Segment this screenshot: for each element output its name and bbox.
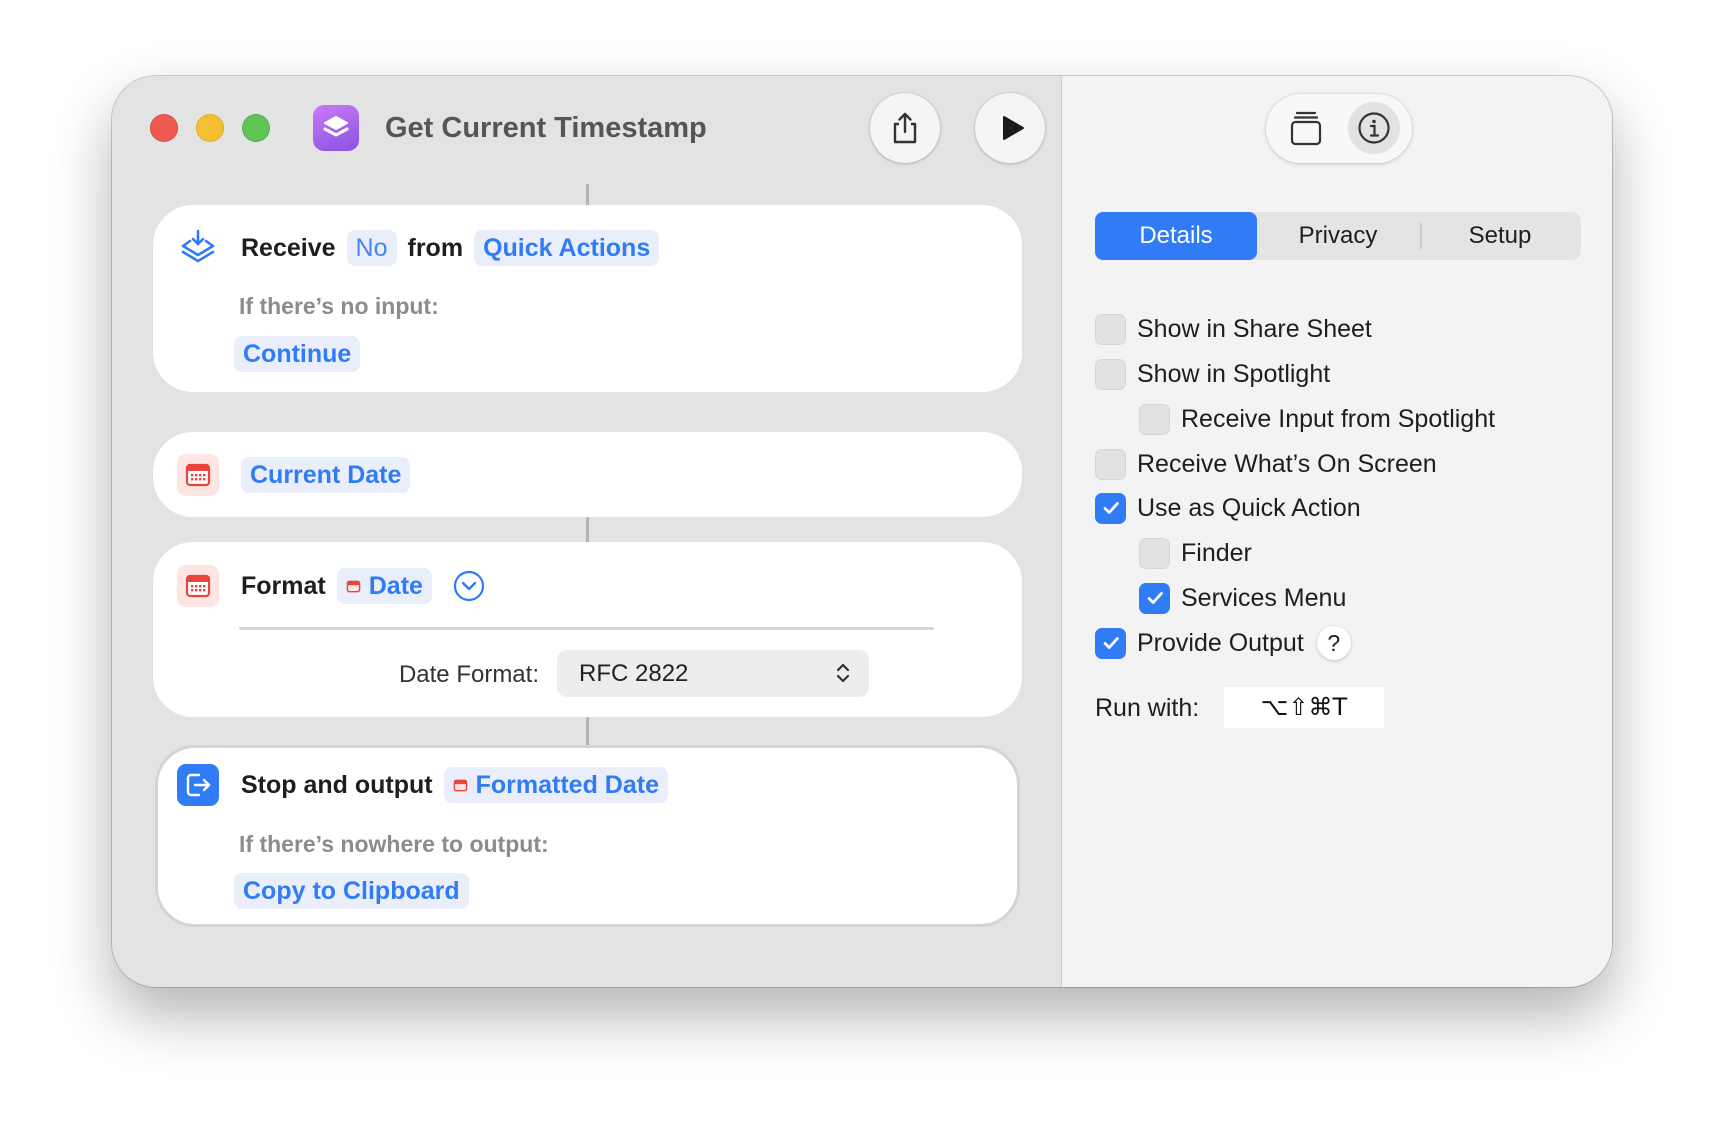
from-label: from [407, 233, 464, 262]
zoom-button[interactable] [242, 114, 270, 142]
option-label: Show in Share Sheet [1137, 314, 1372, 343]
receive-action-card[interactable]: Receive No from Quick Actions If there’s… [153, 205, 1022, 392]
tab-privacy[interactable]: Privacy [1257, 212, 1419, 260]
option-label: Finder [1181, 538, 1252, 567]
formatted-date-label: Formatted Date [475, 771, 659, 799]
no-output-action-pill[interactable]: Copy to Clipboard [234, 873, 469, 909]
date-format-select[interactable]: RFC 2822 [557, 650, 869, 697]
stack-icon [1290, 111, 1322, 146]
show-in-share-sheet-checkbox[interactable] [1095, 313, 1126, 345]
format-date-action-card[interactable]: Format Date Date Format: RFC 2822 [153, 542, 1022, 717]
receive-source-pill[interactable]: Quick Actions [474, 230, 660, 266]
help-button[interactable]: ? [1316, 626, 1351, 660]
editor-pane: Get Current Timestamp Receive No from Qu… [112, 76, 1061, 987]
action-connector [586, 517, 589, 542]
no-input-action-pill[interactable]: Continue [234, 336, 361, 372]
show-in-spotlight-checkbox[interactable] [1095, 358, 1126, 390]
option-label: Use as Quick Action [1137, 493, 1361, 522]
close-button[interactable] [150, 114, 178, 142]
format-date-row: Format Date [177, 565, 485, 607]
stop-and-output-label: Stop and output [241, 770, 433, 799]
current-date-action-card[interactable]: Current Date [153, 432, 1022, 517]
use-as-quick-action-checkbox[interactable] [1095, 492, 1126, 524]
format-label: Format [241, 571, 326, 600]
option-label: Receive What’s On Screen [1137, 449, 1437, 478]
tab-details[interactable]: Details [1095, 212, 1257, 260]
option-show-in-share-sheet[interactable]: Show in Share Sheet [1095, 313, 1372, 345]
receive-input-type-pill[interactable]: No [346, 230, 397, 266]
stop-and-output-row: Stop and output Formatted Date [177, 764, 668, 806]
calendar-icon [177, 565, 219, 607]
action-connector [586, 184, 589, 205]
current-date-pill[interactable]: Current Date [241, 457, 411, 493]
run-with-label: Run with: [1095, 694, 1200, 722]
option-label: Provide Output [1137, 628, 1304, 657]
mini-calendar-icon [346, 580, 361, 592]
checkmark-icon [1103, 637, 1119, 649]
no-input-label: If there’s no input: [239, 293, 439, 319]
run-button[interactable] [975, 93, 1045, 163]
checkmark-icon [1147, 592, 1163, 604]
window-title: Get Current Timestamp [385, 112, 707, 144]
services-menu-checkbox[interactable] [1139, 582, 1170, 614]
option-label: Services Menu [1181, 583, 1347, 612]
info-button[interactable] [1348, 102, 1400, 154]
inspector-toolbar [1266, 94, 1412, 163]
minimize-button[interactable] [196, 114, 224, 142]
keyboard-shortcut-field[interactable]: ⌥⇧⌘T [1224, 687, 1384, 728]
parameter-divider [239, 627, 934, 630]
inspector-pane: Details Privacy Setup Show in Share Shee… [1061, 76, 1612, 987]
shortcuts-app-icon [313, 105, 359, 151]
formatted-date-variable-pill[interactable]: Formatted Date [443, 767, 668, 803]
mini-calendar-icon [453, 779, 467, 791]
play-icon [1002, 116, 1024, 140]
finder-checkbox[interactable] [1139, 537, 1170, 569]
shortcut-editor-window: Get Current Timestamp Receive No from Qu… [112, 76, 1612, 987]
option-show-in-spotlight[interactable]: Show in Spotlight [1095, 358, 1330, 390]
date-format-label: Date Format: [398, 661, 539, 688]
share-button[interactable] [870, 93, 940, 163]
tab-setup[interactable]: Setup [1419, 212, 1581, 260]
chevron-up-down-icon [836, 663, 850, 683]
option-label: Show in Spotlight [1137, 359, 1331, 388]
exit-icon [177, 764, 219, 806]
expand-options-button[interactable] [453, 570, 485, 602]
receive-icon [177, 227, 219, 269]
no-output-label: If there’s nowhere to output: [239, 831, 549, 857]
option-provide-output[interactable]: Provide Output ? [1095, 626, 1351, 660]
receive-input-from-spotlight-checkbox[interactable] [1139, 403, 1170, 435]
receive-whats-on-screen-checkbox[interactable] [1095, 448, 1126, 480]
date-variable-pill[interactable]: Date [336, 568, 432, 604]
receive-label: Receive [241, 233, 336, 262]
checkmark-icon [1103, 502, 1119, 514]
option-label: Receive Input from Spotlight [1181, 404, 1496, 433]
stop-and-output-action-card[interactable]: Stop and output Formatted Date If there’… [155, 745, 1020, 927]
info-icon [1358, 112, 1390, 144]
date-format-value: RFC 2822 [579, 659, 689, 687]
inspector-tabs: Details Privacy Setup [1095, 212, 1581, 260]
current-date-row: Current Date [177, 454, 411, 496]
action-connector [586, 717, 589, 745]
provide-output-checkbox[interactable] [1095, 627, 1126, 659]
calendar-icon [177, 454, 219, 496]
date-variable-label: Date [368, 572, 423, 600]
option-receive-input-from-spotlight[interactable]: Receive Input from Spotlight [1139, 403, 1495, 435]
receive-action-row: Receive No from Quick Actions [177, 227, 660, 269]
chevron-down-circle-icon [453, 570, 485, 602]
share-icon [893, 112, 917, 144]
option-services-menu[interactable]: Services Menu [1139, 582, 1346, 614]
option-finder[interactable]: Finder [1139, 537, 1252, 569]
option-receive-whats-on-screen[interactable]: Receive What’s On Screen [1095, 448, 1437, 480]
library-button[interactable] [1280, 102, 1332, 154]
option-use-as-quick-action[interactable]: Use as Quick Action [1095, 492, 1361, 524]
